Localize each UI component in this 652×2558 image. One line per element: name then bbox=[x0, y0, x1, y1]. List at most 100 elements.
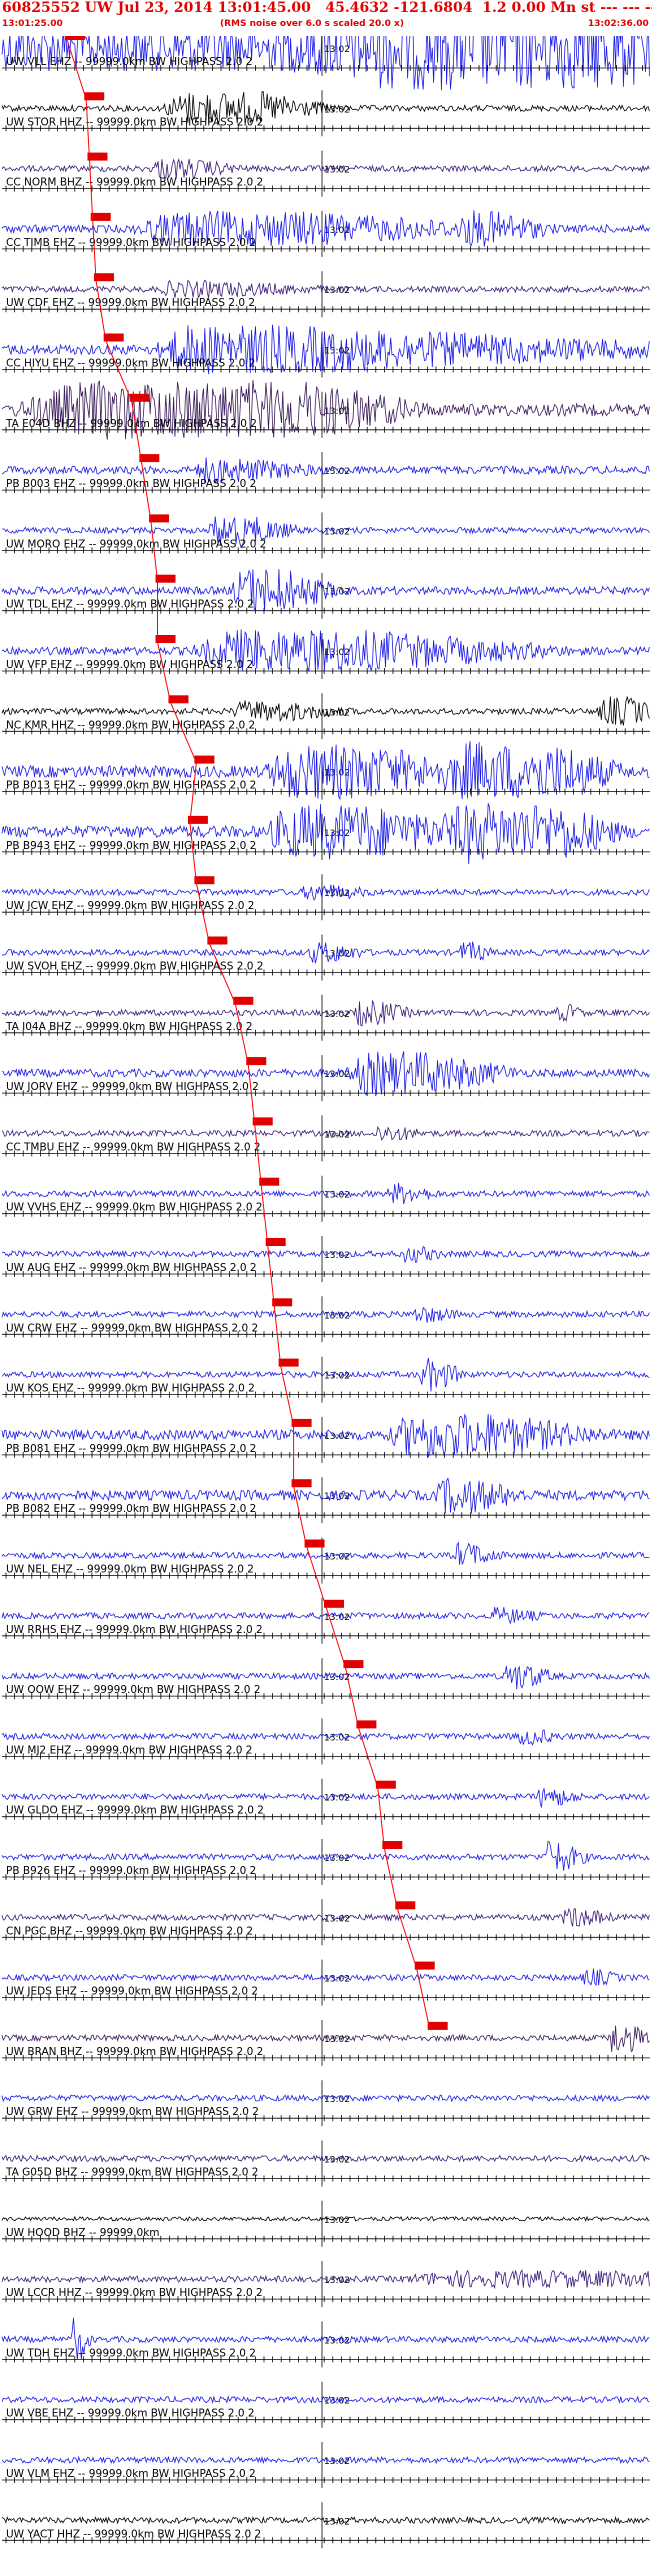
station-label: UW VLL EHZ -- 99999.0km BW HIGHPASS 2.0 … bbox=[6, 56, 252, 68]
station-label: CC TMBU EHZ -- 99999.0km BW HIGHPASS 2.0… bbox=[6, 1141, 261, 1153]
pick-marker bbox=[252, 1117, 273, 1126]
station-label: UW AUG EHZ -- 99999.0km BW HIGHPASS 2.0 … bbox=[6, 1262, 257, 1274]
station-label: UW OOW EHZ -- 99999.0km BW HIGHPASS 2.0 … bbox=[6, 1684, 261, 1696]
minute-label: 13:02 bbox=[324, 2336, 350, 2346]
minute-label: 13:02 bbox=[324, 2035, 350, 2045]
pick-marker bbox=[168, 695, 189, 704]
pick-marker bbox=[343, 1660, 364, 1669]
station-label: NC KMR HHZ -- 99999.0km BW HIGHPASS 2.0 … bbox=[6, 719, 255, 731]
station-label: PB B003 EHZ -- 99999.0km BW HIGHPASS 2.0… bbox=[6, 478, 256, 490]
pick-marker bbox=[427, 2021, 448, 2030]
pick-marker bbox=[87, 152, 108, 161]
pick-marker bbox=[129, 393, 150, 402]
trace-row: 13:02UW JCW EHZ -- 99999.0km BW HIGHPASS… bbox=[1, 874, 650, 921]
trace-row: 13:02UW MORO EHZ -- 99999.0km BW HIGHPAS… bbox=[2, 512, 650, 559]
trace-row: 13:02UW VFP EHZ -- 99999.0km BW HIGHPASS… bbox=[1, 629, 650, 679]
pick-marker bbox=[395, 1901, 416, 1910]
start-time: 13:01:25.00 bbox=[2, 19, 63, 29]
station-label: UW VFP EHZ -- 99999.0km BW HIGHPASS 2.0 … bbox=[6, 659, 253, 671]
trace-row: 13:02CC TMBU EHZ -- 99999.0km BW HIGHPAS… bbox=[1, 1115, 650, 1162]
station-label: UW LCCR HHZ -- 99999.0km BW HIGHPASS 2.0… bbox=[6, 2287, 263, 2299]
pick-marker bbox=[324, 1599, 344, 1608]
station-label: CC TIMB EHZ -- 99999.0km BW HIGHPASS 2.0… bbox=[6, 237, 256, 249]
station-label: UW STOR HHZ -- 99999.0km BW HIGHPASS 2.0… bbox=[6, 116, 264, 128]
station-label: PB B082 EHZ -- 99999.0km BW HIGHPASS 2.0… bbox=[6, 1503, 256, 1515]
trace-row: 13:02PB B003 EHZ -- 99999.0km BW HIGHPAS… bbox=[1, 452, 650, 499]
station-label: UW JEDS EHZ -- 99999.0km BW HIGHPASS 2.0… bbox=[6, 1986, 258, 1998]
pick-marker bbox=[291, 1418, 312, 1427]
trace-row: 13:02 UW BRAN BHZ -- 99999.0km BW HIGHPAS… bbox=[1, 2019, 650, 2066]
station-label: TA G05D BHZ -- 99999.0km BW HIGHPASS 2.0… bbox=[5, 2167, 258, 2179]
station-label: UW CDF EHZ -- 99999.0km BW HIGHPASS 2.0 … bbox=[6, 297, 255, 309]
trace-row: 13:02PB B082 EHZ -- 99999.0km BW HIGHPAS… bbox=[1, 1477, 650, 1524]
pick-marker bbox=[246, 1057, 267, 1066]
trace-row: 13:02UW AUG EHZ -- 99999.0km BW HIGHPASS… bbox=[1, 1236, 650, 1282]
trace-row: 13:02UW LCCR HHZ -- 99999.0km BW HIGHPAS… bbox=[1, 2261, 650, 2308]
station-label: UW NEL EHZ -- 99999.0km BW HIGHPASS 2.0 … bbox=[6, 1564, 254, 1576]
pick-marker bbox=[84, 92, 105, 101]
station-label: UW HOOD BHZ -- 99999.0km bbox=[6, 2227, 160, 2239]
station-label: UW GRW EHZ -- 99999.0km BW HIGHPASS 2.0 … bbox=[6, 2106, 259, 2118]
pick-marker bbox=[207, 936, 228, 945]
trace-row: 13:02TA I04A BHZ -- 99999.0km BW HIGHPAS… bbox=[1, 994, 650, 1041]
trace-row: 13:02PB B013 EHZ -- 99999.0km BW HIGHPAS… bbox=[1, 741, 650, 801]
trace-row: 13:02CC HIYU EHZ -- 99999.0km BW HIGHPAS… bbox=[1, 324, 650, 378]
trace-row: 13:02UW TDL EHZ -- 99999.0km BW HIGHPASS… bbox=[1, 569, 650, 619]
pick-marker bbox=[155, 574, 176, 583]
trace-row: 13:02UW CRW EHZ -- 99999.0km BW HIGHPASS… bbox=[1, 1296, 650, 1343]
pick-marker bbox=[265, 1238, 286, 1246]
pick-marker bbox=[194, 876, 215, 885]
station-label: UW RRHS EHZ -- 99999.0km BW HIGHPASS 2.0… bbox=[6, 1624, 263, 1636]
pick-marker bbox=[356, 1720, 377, 1729]
station-label: UW JCW EHZ -- 99999.0km BW HIGHPASS 2.0 … bbox=[6, 900, 254, 912]
pick-marker bbox=[149, 514, 170, 523]
trace-row: 13:02UW MJ2 EHZ -- 99999.0km BW HIGHPASS… bbox=[1, 1718, 650, 1765]
pick-marker bbox=[414, 1961, 435, 1970]
station-label: UW VVHS EHZ -- 99999.0km BW HIGHPASS 2.0… bbox=[6, 1202, 263, 1214]
trace-row: 13:02UW JORV EHZ -- 99999.0km BW HIGHPAS… bbox=[1, 1051, 650, 1102]
station-label: UW KOS EHZ -- 99999.0km BW HIGHPASS 2.0 … bbox=[6, 1383, 255, 1395]
trace-row: 13:02CN PGC BHZ -- 99999.0km BW HIGHPASS… bbox=[1, 1899, 650, 1946]
station-label: TA E04D BHZ -- 99999.0km BW HIGHPASS 2.0… bbox=[5, 418, 257, 430]
pick-marker bbox=[93, 273, 114, 282]
station-label: PB B081 EHZ -- 99999.0km BW HIGHPASS 2.0… bbox=[6, 1443, 256, 1455]
station-label: PB B943 EHZ -- 99999.0km BW HIGHPASS 2.0… bbox=[6, 840, 256, 852]
trace-row: 13:02UW NEL EHZ -- 99999.0km BW HIGHPASS… bbox=[1, 1537, 650, 1584]
trace-row: 13:02UW VBE EHZ -- 99999.0km BW HIGHPASS… bbox=[1, 2381, 650, 2428]
trace-row: 13:02 PB B926 EHZ -- 99999.0km BW HIGHPAS… bbox=[1, 1839, 650, 1885]
pick-marker bbox=[375, 1780, 396, 1789]
waveform bbox=[1, 803, 650, 865]
end-time: 13:02:36.00 bbox=[588, 19, 649, 29]
trace-row: 13:02UW GRW EHZ -- 99999.0km BW HIGHPASS… bbox=[1, 2080, 650, 2127]
pick-marker bbox=[304, 1539, 325, 1548]
pick-marker bbox=[139, 454, 160, 463]
trace-row: 13:02UW SVOH EHZ -- 99999.0km BW HIGHPAS… bbox=[1, 934, 650, 981]
station-label: UW JORV EHZ -- 99999.0km BW HIGHPASS 2.0… bbox=[6, 1081, 259, 1093]
pick-marker bbox=[259, 1177, 280, 1186]
pick-marker bbox=[272, 1298, 293, 1307]
station-label: UW TDH EHZ -- 99999.0km BW HIGHPASS 2.0 … bbox=[6, 2347, 256, 2359]
pick-marker bbox=[233, 996, 254, 1005]
station-label: UW MJ2 EHZ -- 99999.0km BW HIGHPASS 2.0 … bbox=[6, 1744, 252, 1756]
trace-row: 13:02PB B081 EHZ -- 99999.0km BW HIGHPAS… bbox=[1, 1413, 650, 1463]
station-label: UW VLM EHZ -- 99999.0km BW HIGHPASS 2.0 … bbox=[6, 2468, 256, 2480]
station-label: TA I04A BHZ -- 99999.0km BW HIGHPASS 2.0… bbox=[5, 1021, 253, 1033]
seismogram-plot: 13:02 UW VLL EHZ -- 99999.0km BW HIGHPASS… bbox=[1, 5, 650, 2549]
trace-row: 13:02 PB B943 EHZ -- 99999.0km BW HIGHPAS… bbox=[1, 803, 650, 865]
trace-row: 13:02UW OOW EHZ -- 99999.0km BW HIGHPASS… bbox=[1, 1658, 650, 1705]
pick-marker bbox=[194, 755, 215, 764]
trace-row: 13:02 UW GLDO EHZ -- 99999.0km BW HIGHPAS… bbox=[1, 1778, 650, 1825]
station-label: UW MORO EHZ -- 99999.0km BW HIGHPASS 2.0… bbox=[6, 538, 266, 550]
header: 60825552 UW Jul 23, 2014 13:01:45.00 45.… bbox=[0, 0, 652, 36]
station-label: CC NORM BHZ -- 99999.0km BW HIGHPASS 2.0… bbox=[6, 177, 263, 189]
minute-label: 13:02 bbox=[324, 1794, 350, 1804]
minute-label: 13:02 bbox=[324, 1854, 350, 1864]
trace-row: 13:02 UW VLM EHZ -- 99999.0km BW HIGHPASS… bbox=[1, 2442, 650, 2488]
station-label: UW CRW EHZ -- 99999.0km BW HIGHPASS 2.0 … bbox=[6, 1322, 258, 1334]
minute-label: 13:02 bbox=[324, 829, 350, 839]
pick-marker bbox=[291, 1479, 312, 1488]
station-label: PB B013 EHZ -- 99999.0km BW HIGHPASS 2.0… bbox=[6, 780, 256, 792]
station-label: UW TDL EHZ -- 99999.0km BW HIGHPASS 2.0 … bbox=[6, 599, 254, 611]
trace-row: 13:02TA G05D BHZ -- 99999.0km BW HIGHPAS… bbox=[1, 2140, 650, 2187]
pick-marker bbox=[90, 212, 111, 221]
